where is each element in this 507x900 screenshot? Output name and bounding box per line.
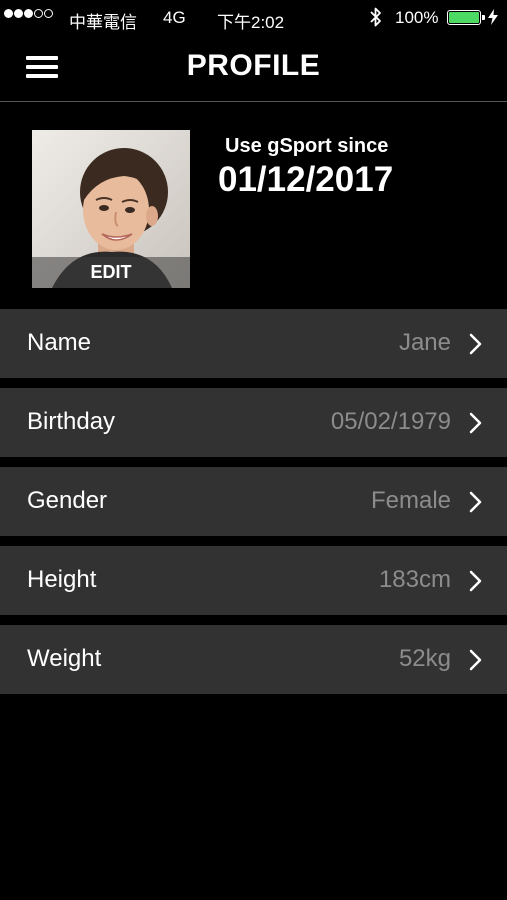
chevron-right-icon [469,649,482,671]
row-label: Birthday [27,408,116,435]
battery-percent: 100% [395,8,439,27]
avatar-edit-button[interactable]: EDIT [32,257,190,288]
status-time: 下午2:02 [217,13,285,32]
bluetooth-icon [370,7,381,27]
row-value: 52kg [398,645,451,672]
row-value: Jane [398,329,451,356]
row-value: 05/02/1979 [330,408,451,435]
chevron-right-icon [469,333,482,355]
profile-row-height[interactable]: Height 183cm [0,546,507,615]
row-label: Gender [27,487,108,514]
carrier-name: 中華電信 [69,13,137,32]
row-label: Weight [27,645,102,672]
row-label: Name [27,329,92,356]
row-value: 183cm [378,566,451,593]
status-bar: 中華電信 4G 下午2:02 100% [0,0,507,36]
chevron-right-icon [469,570,482,592]
member-since-date: 01/12/2017 [218,160,394,199]
page-title: PROFILE [186,49,321,82]
row-value: Female [370,487,451,514]
member-since-label: Use gSport since [225,135,389,157]
chevron-right-icon [469,491,482,513]
battery-icon [447,10,485,25]
row-label: Height [27,566,97,593]
profile-avatar[interactable]: EDIT [32,130,190,288]
chevron-right-icon [469,412,482,434]
charging-bolt-icon [488,9,498,25]
signal-strength-icon [4,9,53,18]
profile-row-weight[interactable]: Weight 52kg [0,625,507,694]
profile-row-gender[interactable]: Gender Female [0,467,507,536]
profile-row-name[interactable]: Name Jane [0,309,507,378]
network-type: 4G [163,8,186,27]
profile-row-birthday[interactable]: Birthday 05/02/1979 [0,388,507,457]
nav-bar: PROFILE [0,36,507,102]
